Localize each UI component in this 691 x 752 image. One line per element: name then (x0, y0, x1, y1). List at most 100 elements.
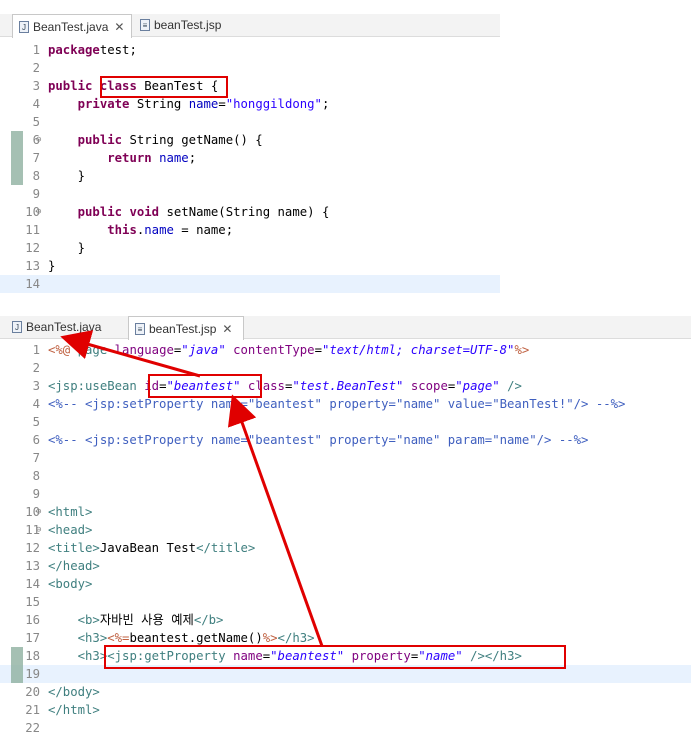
line-text: <%@ page language="java" contentType="te… (48, 341, 529, 359)
code-line[interactable]: 13 </head> (0, 557, 691, 575)
line-number: 2 (32, 361, 40, 375)
token: property (351, 649, 411, 663)
token: language (114, 343, 174, 357)
code-line[interactable]: 16 <b>자바빈 사용 예제</b> (0, 611, 691, 629)
code-line[interactable]: 18 <h3><jsp:getProperty name="beantest" … (0, 647, 691, 665)
code-line[interactable]: 15 (0, 593, 691, 611)
line-text: } (48, 167, 85, 185)
jsp-file-icon: ≡ (140, 19, 150, 31)
code-line[interactable]: 10 ⊖ <html> (0, 503, 691, 521)
line-number: 11 (25, 523, 40, 537)
code-line[interactable]: 17 <h3><%=beantest.getName()%></h3> (0, 629, 691, 647)
line-number: 1 (32, 43, 40, 57)
code-line[interactable]: 5 (0, 413, 691, 431)
token: </h3> (484, 649, 522, 663)
token: package (48, 43, 100, 57)
token: name (188, 97, 219, 111)
code-line[interactable]: 22 (0, 719, 691, 737)
token: name (233, 649, 263, 663)
code-line[interactable]: 2 (0, 59, 500, 77)
line-text: <jsp:useBean id="beantest" class="test.B… (48, 377, 522, 395)
line-number: 20 (25, 685, 40, 699)
token: class (247, 379, 285, 393)
fold-toggle-icon[interactable]: ⊖ (36, 131, 41, 149)
code-line[interactable]: 5 (0, 113, 500, 131)
tab-beantest-jsp[interactable]: ≡ beanTest.jsp ✕ (128, 316, 244, 340)
line-number: 3 (32, 79, 40, 93)
line-text: <html> (48, 503, 92, 521)
line-number: 13 (25, 559, 40, 573)
code-line[interactable]: 3 <jsp:useBean id="beantest" class="test.… (0, 377, 691, 395)
java-file-icon: J (19, 20, 29, 33)
line-text: } (48, 257, 55, 275)
token: BeanTest { (136, 79, 219, 93)
token: ; (188, 151, 197, 165)
code-line[interactable]: 13} (0, 257, 500, 275)
close-icon[interactable]: ✕ (114, 20, 124, 34)
line-number: 4 (32, 97, 40, 111)
code-line[interactable]: 8 (0, 467, 691, 485)
code-line[interactable]: 4 <%-- <jsp:setProperty name="beantest" p… (0, 395, 691, 413)
tab-label: beanTest.jsp (149, 321, 217, 336)
code-line[interactable]: 9 (0, 485, 691, 503)
token: } (48, 241, 86, 255)
code-line[interactable]: 7 return name; (0, 149, 500, 167)
code-line[interactable]: 6 <%-- <jsp:setProperty name="beantest" p… (0, 431, 691, 449)
token: /> (507, 379, 522, 393)
token: <%= (107, 631, 130, 645)
fold-toggle-icon[interactable]: ⊖ (36, 521, 41, 539)
code-line[interactable]: 21 </html> (0, 701, 691, 719)
code-line[interactable]: 1 packagetest; (0, 41, 500, 59)
code-line[interactable]: 11 ⊖ <head> (0, 521, 691, 539)
line-number: 12 (25, 241, 40, 255)
tab-beantest-jsp[interactable]: ≡ beanTest.jsp (134, 14, 234, 36)
code-line[interactable]: 7 (0, 449, 691, 467)
java-editor-pane: J BeanTest.java ✕ ≡ beanTest.jsp 1 packag… (0, 14, 500, 302)
token: contentType (233, 343, 315, 357)
token: "name" (418, 649, 463, 663)
code-line[interactable]: 10 ⊖ public void setName(String name) { (0, 203, 500, 221)
code-line[interactable]: 1 <%@ page language="java" contentType="t… (0, 341, 691, 359)
change-marker (11, 131, 23, 185)
line-number: 14 (25, 577, 40, 591)
code-line[interactable]: 12 <title>JavaBean Test</title> (0, 539, 691, 557)
code-line[interactable]: 20 </body> (0, 683, 691, 701)
fold-toggle-icon[interactable]: ⊖ (36, 503, 41, 521)
line-text: return name; (48, 149, 196, 167)
jsp-editor-pane: J BeanTest.java ≡ beanTest.jsp ✕ 1 <%@ pa… (0, 316, 691, 752)
token: this (107, 223, 137, 237)
code-line[interactable]: 12 } (0, 239, 500, 257)
token: <%-- <jsp:setProperty name="beantest" pr… (48, 397, 626, 411)
code-line[interactable]: 11 this.name = name; (0, 221, 500, 239)
close-icon[interactable]: ✕ (222, 322, 232, 336)
code-line[interactable]: 9 (0, 185, 500, 203)
line-number: 11 (25, 223, 40, 237)
code-line[interactable]: 4 private String name="honggildong"; (0, 95, 500, 113)
token: <body> (48, 577, 93, 591)
token: void (129, 205, 160, 219)
tab-beantest-java[interactable]: J BeanTest.java ✕ (12, 14, 132, 38)
java-code-area[interactable]: 1 packagetest; 2 3 public class BeanTest {4 … (0, 41, 500, 301)
code-line[interactable]: 6 ⊖ public String getName() { (0, 131, 500, 149)
code-line[interactable]: 19 (0, 665, 691, 683)
jsp-code-area[interactable]: 1 <%@ page language="java" contentType="t… (0, 341, 691, 751)
code-line[interactable]: 14 (0, 275, 500, 293)
code-line[interactable]: 2 (0, 359, 691, 377)
tab-beantest-java[interactable]: J BeanTest.java (6, 316, 124, 338)
code-line[interactable]: 8 } (0, 167, 500, 185)
token: %> (514, 343, 530, 357)
code-line[interactable]: 14 <body> (0, 575, 691, 593)
tab-label: beanTest.jsp (154, 18, 222, 32)
code-line[interactable]: 3 public class BeanTest { (0, 77, 500, 95)
fold-toggle-icon[interactable]: ⊖ (36, 203, 41, 221)
line-text: packagetest; (48, 41, 137, 59)
token: private (77, 97, 130, 111)
token: 자바빈 사용 예제 (99, 613, 194, 627)
